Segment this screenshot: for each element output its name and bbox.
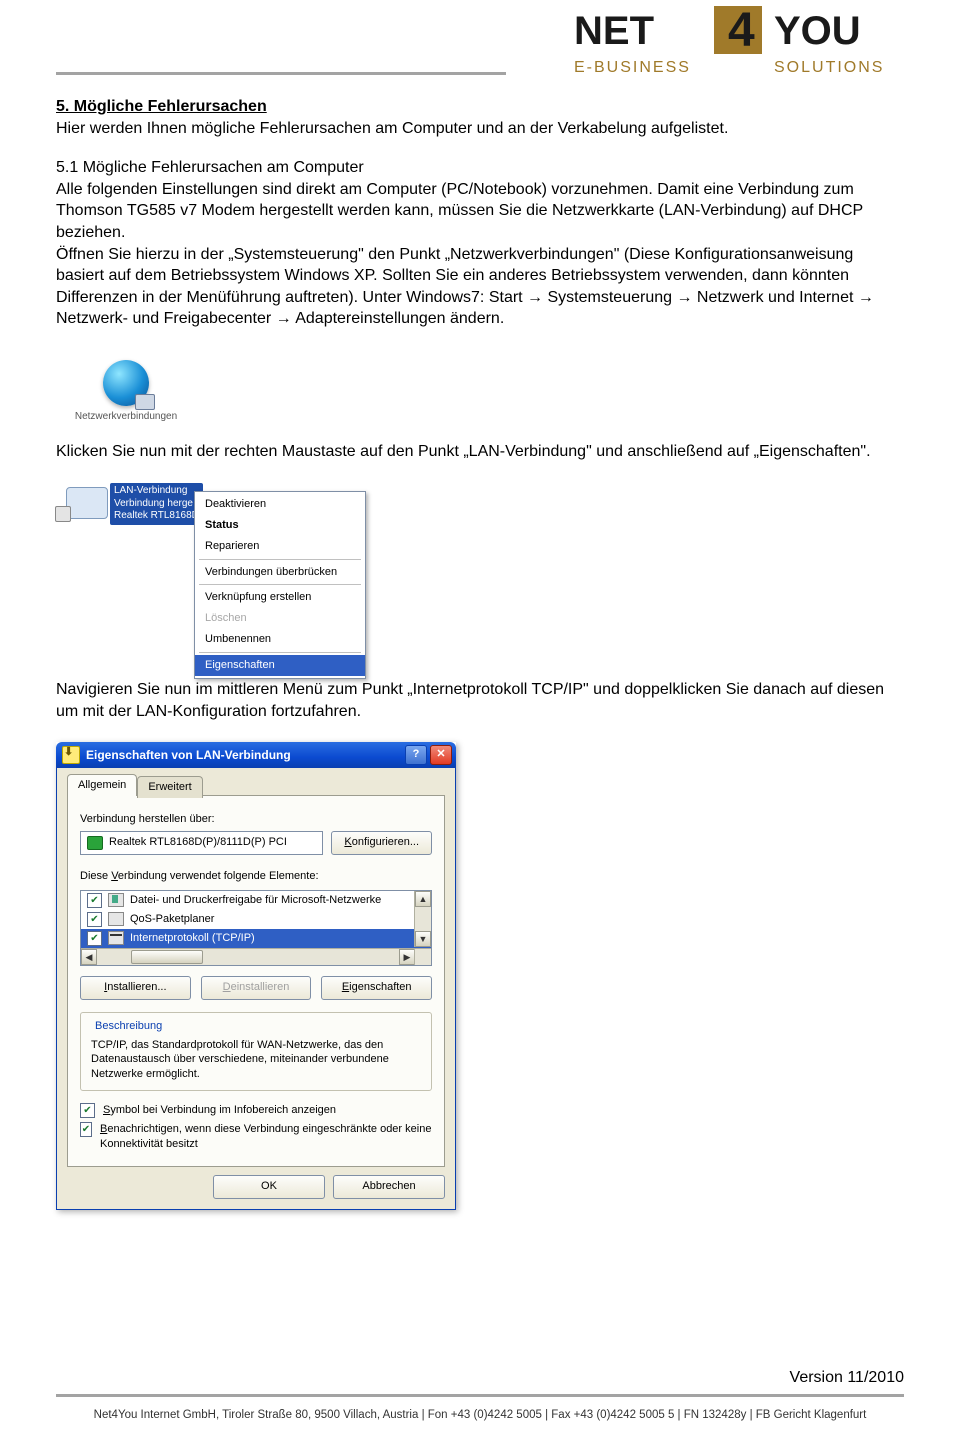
checkbox-icon[interactable] (87, 931, 102, 946)
adapter-name: Realtek RTL8168D(P)/8111D(P) PCI (109, 835, 287, 850)
titlebar-help-button[interactable]: ? (405, 745, 427, 765)
dialog-title: Eigenschaften von LAN-Verbindung (86, 747, 291, 763)
horizontal-scrollbar[interactable] (81, 948, 415, 965)
menu-item-shortcut[interactable]: Verknüpfung erstellen (195, 587, 365, 608)
paragraph: Klicken Sie nun mit der rechten Maustast… (56, 441, 904, 463)
menu-item-bridge[interactable]: Verbindungen überbrücken (195, 562, 365, 583)
svg-text:SOLUTIONS: SOLUTIONS (774, 59, 884, 76)
checkbox-icon[interactable] (87, 912, 102, 927)
fileshare-icon (108, 893, 124, 907)
paragraph: Hier werden Ihnen mögliche Fehlerursache… (56, 118, 904, 140)
adapter-field: Realtek RTL8168D(P)/8111D(P) PCI (80, 831, 323, 855)
menu-item-properties[interactable]: Eigenschaften (195, 655, 365, 676)
heading-5-1: 5.1 Mögliche Fehlerursachen am Computer (56, 157, 904, 179)
notify-limited-checkbox-row[interactable]: Benachrichtigen, wenn diese Verbindung e… (80, 1122, 432, 1152)
svg-text:E-BUSINESS: E-BUSINESS (574, 59, 691, 76)
components-listbox[interactable]: Datei- und Druckerfreigabe für Microsoft… (80, 890, 432, 966)
description-legend: Beschreibung (91, 1019, 166, 1034)
version-label: Version 11/2010 (790, 1369, 904, 1387)
ok-button[interactable]: OK (213, 1175, 325, 1199)
tab-general[interactable]: Allgemein (67, 774, 137, 796)
configure-button[interactable]: Konfigurieren... (331, 831, 432, 855)
connect-via-label: Verbindung herstellen über: (80, 812, 432, 827)
document-body: 5. Mögliche Fehlerursachen Hier werden I… (56, 96, 904, 1210)
scroll-up-icon[interactable] (415, 891, 431, 907)
lan-tooltip: LAN-Verbindung Verbindung herge Realtek … (110, 483, 203, 525)
menu-item-rename[interactable]: Umbenennen (195, 629, 365, 650)
menu-item-status[interactable]: Status (195, 515, 365, 536)
dialog-titlebar: Eigenschaften von LAN-Verbindung ? ✕ (56, 742, 456, 768)
tab-panel-general: Verbindung herstellen über: Realtek RTL8… (67, 795, 445, 1167)
scroll-left-icon[interactable] (81, 949, 97, 965)
page-header: NET 4 YOU E-BUSINESS SOLUTIONS (56, 0, 904, 90)
network-connections-figure: Netzwerkverbindungen (66, 360, 186, 424)
cancel-button[interactable]: Abbrechen (333, 1175, 445, 1199)
checkbox-icon[interactable] (80, 1103, 95, 1118)
heading-5: 5. Mögliche Fehlerursachen (56, 96, 904, 118)
tcpip-icon (108, 931, 124, 945)
footer-rule (56, 1394, 904, 1397)
description-text: TCP/IP, das Standardprotokoll für WAN-Ne… (91, 1038, 421, 1083)
description-fieldset: Beschreibung TCP/IP, das Standardprotoko… (80, 1012, 432, 1091)
vertical-scrollbar[interactable] (414, 891, 431, 947)
show-icon-checkbox-row[interactable]: Symbol bei Verbindung im Infobereich anz… (80, 1103, 432, 1118)
titlebar-close-button[interactable]: ✕ (430, 745, 452, 765)
install-button[interactable]: Installieren... (80, 976, 191, 1000)
header-rule (56, 72, 506, 75)
item-properties-button[interactable]: Eigenschaften (321, 976, 432, 1000)
nic-icon (87, 836, 103, 850)
context-menu: Deaktivieren Status Reparieren Verbindun… (194, 491, 366, 679)
dialog-title-icon (62, 746, 80, 764)
scroll-right-icon[interactable] (399, 949, 415, 965)
checkbox-icon[interactable] (87, 893, 102, 908)
menu-item-deactivate[interactable]: Deaktivieren (195, 494, 365, 515)
list-item-qos[interactable]: QoS-Paketplaner (81, 910, 431, 929)
qos-icon (108, 912, 124, 926)
footer-text: Net4You Internet GmbH, Tiroler Straße 80… (56, 1409, 904, 1421)
paragraph: Öffnen Sie hierzu in der „Systemsteuerun… (56, 244, 904, 330)
menu-item-repair[interactable]: Reparieren (195, 536, 365, 557)
scroll-corner (414, 948, 431, 965)
show-icon-label: Symbol bei Verbindung im Infobereich anz… (103, 1103, 336, 1118)
list-item-fileshare[interactable]: Datei- und Druckerfreigabe für Microsoft… (81, 891, 431, 910)
menu-item-delete: Löschen (195, 608, 365, 629)
menu-separator (199, 652, 361, 653)
paragraph: Alle folgenden Einstellungen sind direkt… (56, 179, 904, 244)
uses-elements-label: Diese Verbindung verwendet folgende Elem… (80, 869, 432, 884)
list-item-tcpip[interactable]: Internetprotokoll (TCP/IP) (81, 929, 431, 948)
svg-text:4: 4 (728, 6, 755, 57)
menu-separator (199, 584, 361, 585)
scroll-thumb[interactable] (131, 950, 203, 964)
globe-icon (103, 360, 149, 406)
net4you-logo: NET 4 YOU E-BUSINESS SOLUTIONS (574, 6, 904, 86)
notify-limited-label: Benachrichtigen, wenn diese Verbindung e… (100, 1122, 432, 1152)
uninstall-button: Deinstallieren (201, 976, 312, 1000)
svg-text:NET: NET (574, 9, 654, 53)
tab-extended[interactable]: Erweitert (137, 776, 202, 798)
figure-caption: Netzwerkverbindungen (66, 410, 186, 424)
lan-properties-dialog: Eigenschaften von LAN-Verbindung ? ✕ All… (56, 742, 456, 1210)
lan-connection-icon[interactable] (66, 487, 108, 519)
paragraph: Navigieren Sie nun im mittleren Menü zum… (56, 679, 904, 722)
menu-separator (199, 559, 361, 560)
dialog-tabs: Allgemein Erweitert (67, 774, 445, 796)
scroll-down-icon[interactable] (415, 931, 431, 947)
svg-text:YOU: YOU (774, 9, 861, 53)
context-menu-figure: LAN-Verbindung Verbindung herge Realtek … (66, 483, 386, 653)
checkbox-icon[interactable] (80, 1122, 92, 1137)
